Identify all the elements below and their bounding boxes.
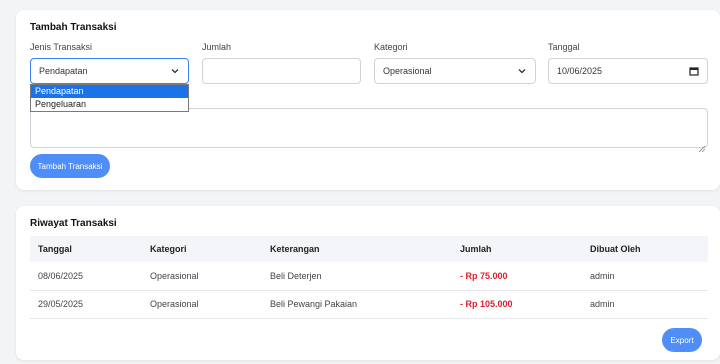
cell-amount: - Rp 75.000 bbox=[452, 262, 582, 291]
history-title: Riwayat Transaksi bbox=[30, 218, 117, 229]
description-textarea[interactable] bbox=[30, 108, 708, 153]
transaction-type-select[interactable]: Pendapatan bbox=[30, 58, 189, 84]
cell-category: Operasional bbox=[142, 290, 262, 319]
transaction-history-card: Riwayat Transaksi Tanggal Kategori Keter… bbox=[16, 206, 720, 360]
cell-amount: - Rp 105.000 bbox=[452, 290, 582, 319]
col-header-created-by: Dibuat Oleh bbox=[582, 236, 708, 262]
cell-created-by: admin bbox=[582, 262, 708, 291]
chevron-down-icon bbox=[517, 66, 527, 76]
table-header-row: Tanggal Kategori Keterangan Jumlah Dibua… bbox=[30, 236, 708, 262]
cell-description: Beli Deterjen bbox=[262, 262, 452, 291]
date-label: Tanggal bbox=[548, 42, 580, 52]
date-input[interactable]: 10/06/2025 bbox=[548, 58, 708, 84]
table-row: 08/06/2025 Operasional Beli Deterjen - R… bbox=[30, 262, 708, 291]
col-header-amount: Jumlah bbox=[452, 236, 582, 262]
cell-category: Operasional bbox=[142, 262, 262, 291]
cell-date: 29/05/2025 bbox=[30, 290, 142, 319]
form-title: Tambah Transaksi bbox=[30, 22, 117, 33]
chevron-down-icon bbox=[170, 66, 180, 76]
date-value: 10/06/2025 bbox=[557, 66, 603, 76]
type-label: Jenis Transaksi bbox=[30, 42, 93, 52]
export-button[interactable]: Export bbox=[662, 328, 702, 352]
cell-created-by: admin bbox=[582, 290, 708, 319]
add-transaction-button[interactable]: Tambah Transaksi bbox=[30, 154, 110, 178]
calendar-icon[interactable] bbox=[689, 66, 699, 76]
table-row: 29/05/2025 Operasional Beli Pewangi Paka… bbox=[30, 290, 708, 319]
type-option-expense[interactable]: Pengeluaran bbox=[31, 98, 188, 111]
type-select-value: Pendapatan bbox=[39, 66, 88, 76]
col-header-date: Tanggal bbox=[30, 236, 142, 262]
type-dropdown-list: Pendapatan Pengeluaran bbox=[30, 84, 189, 112]
col-header-category: Kategori bbox=[142, 236, 262, 262]
amount-label: Jumlah bbox=[202, 42, 232, 52]
transaction-table: Tanggal Kategori Keterangan Jumlah Dibua… bbox=[30, 236, 708, 319]
category-select[interactable]: Operasional bbox=[374, 58, 536, 84]
resize-handle-icon[interactable] bbox=[698, 139, 706, 153]
add-transaction-card: Tambah Transaksi Jenis Transaksi Jumlah … bbox=[16, 10, 720, 190]
type-option-income[interactable]: Pendapatan bbox=[31, 85, 188, 98]
amount-input[interactable] bbox=[202, 58, 361, 84]
category-select-value: Operasional bbox=[383, 66, 432, 76]
cell-date: 08/06/2025 bbox=[30, 262, 142, 291]
cell-description: Beli Pewangi Pakaian bbox=[262, 290, 452, 319]
category-label: Kategori bbox=[374, 42, 408, 52]
col-header-description: Keterangan bbox=[262, 236, 452, 262]
